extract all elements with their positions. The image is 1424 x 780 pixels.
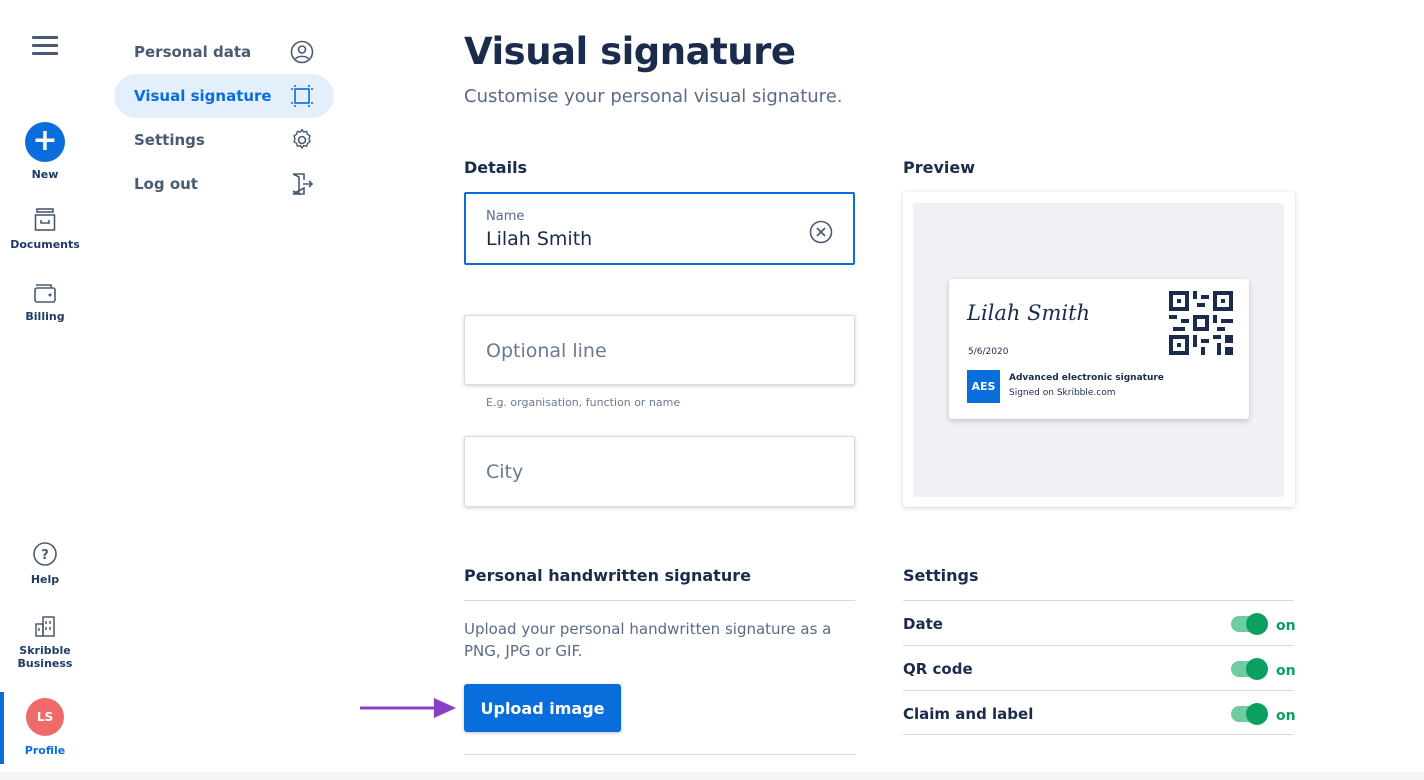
city-placeholder: City — [486, 461, 524, 483]
divider — [464, 600, 855, 601]
menu-icon[interactable] — [32, 36, 58, 56]
claim-and-label-toggle[interactable] — [1231, 703, 1268, 725]
signature-card: Lilah Smith 5/6/2020 AES Advanced electr… — [949, 279, 1249, 419]
qr-code-icon — [1169, 291, 1233, 355]
setting-row-qr-code: QR code on — [903, 645, 1296, 690]
building-icon — [35, 616, 55, 637]
documents-icon — [34, 208, 56, 231]
arrow-right-icon — [360, 698, 456, 718]
subnav-label: Settings — [134, 131, 205, 149]
svg-text:?: ? — [41, 548, 49, 563]
subnav-item-personal-data[interactable]: Personal data — [114, 30, 334, 74]
page: + New Documents Billing ? Help Skribble … — [0, 0, 1424, 780]
new-button[interactable]: + New — [0, 122, 90, 181]
page-title: Visual signature — [464, 30, 796, 73]
icon-rail: + New Documents Billing ? Help Skribble … — [0, 0, 90, 780]
page-subtitle: Customise your personal visual signature… — [464, 86, 843, 107]
business-label-line1: Skribble — [19, 644, 71, 657]
aes-badge: AES — [967, 370, 1000, 403]
documents-label: Documents — [10, 238, 80, 251]
rail-item-skribble-business[interactable]: Skribble Business — [0, 614, 90, 670]
help-label: Help — [30, 573, 60, 586]
toggle-state: on — [1276, 663, 1296, 679]
divider — [464, 754, 855, 755]
setting-label: Date — [903, 615, 943, 633]
subnav-item-visual-signature[interactable]: Visual signature — [114, 74, 334, 118]
toggle-state: on — [1276, 618, 1296, 634]
optional-line-hint: E.g. organisation, function or name — [486, 396, 681, 409]
logout-door-icon — [292, 173, 314, 196]
wallet-icon — [34, 284, 56, 303]
settings-heading: Settings — [903, 566, 979, 585]
toggle-knob — [1246, 658, 1268, 680]
avatar: LS — [26, 698, 64, 736]
preview-canvas: Lilah Smith 5/6/2020 AES Advanced electr… — [913, 203, 1284, 497]
name-field-value[interactable]: Lilah Smith — [486, 228, 592, 250]
gear-icon — [293, 128, 311, 149]
plus-icon: + — [25, 122, 65, 162]
subnav-item-log-out[interactable]: Log out — [114, 162, 334, 206]
signature-name: Lilah Smith — [967, 301, 1091, 325]
upload-image-button[interactable]: Upload image — [464, 684, 621, 732]
rail-item-billing[interactable]: Billing — [0, 280, 90, 323]
toggle-knob — [1246, 703, 1268, 725]
rail-item-help[interactable]: ? Help — [0, 541, 90, 586]
subnav-label: Visual signature — [134, 87, 272, 105]
aes-title: Advanced electronic signature — [1009, 373, 1164, 383]
setting-label: QR code — [903, 660, 973, 678]
rail-item-documents[interactable]: Documents — [0, 208, 90, 251]
crop-frame-icon — [291, 85, 313, 107]
subnav-label: Log out — [134, 175, 198, 193]
new-label: New — [31, 168, 59, 181]
date-toggle[interactable] — [1231, 613, 1268, 635]
clear-icon[interactable] — [809, 220, 833, 244]
name-field[interactable]: Name Lilah Smith — [464, 192, 855, 265]
setting-row-claim-and-label: Claim and label on — [903, 690, 1296, 735]
user-circle-icon — [290, 40, 314, 64]
toggle-knob — [1246, 613, 1268, 635]
preview-heading: Preview — [903, 158, 976, 177]
subnav-label: Personal data — [134, 43, 252, 61]
setting-row-date: Date on — [903, 600, 1296, 645]
name-field-label: Name — [486, 209, 525, 224]
handwritten-heading: Personal handwritten signature — [464, 566, 751, 585]
signature-date: 5/6/2020 — [968, 347, 1009, 357]
billing-label: Billing — [25, 310, 65, 323]
signature-preview: Lilah Smith 5/6/2020 AES Advanced electr… — [903, 192, 1295, 507]
details-heading: Details — [464, 158, 528, 177]
optional-line-field[interactable]: Optional line — [464, 315, 855, 385]
profile-label: Profile — [24, 744, 66, 757]
city-field[interactable]: City — [464, 436, 855, 507]
bottom-strip — [0, 772, 1424, 780]
optional-line-placeholder: Optional line — [486, 340, 607, 362]
profile-subnav: Personal data Visual signature Settings … — [114, 30, 334, 206]
rail-item-profile[interactable]: LS Profile — [0, 698, 90, 757]
subnav-item-settings[interactable]: Settings — [114, 118, 334, 162]
upload-description: Upload your personal handwritten signatu… — [464, 620, 832, 660]
qr-code-toggle[interactable] — [1231, 658, 1268, 680]
aes-subtitle: Signed on Skribble.com — [1009, 388, 1116, 398]
business-label-line2: Business — [17, 657, 73, 670]
toggle-state: on — [1276, 708, 1296, 724]
help-icon: ? — [33, 542, 57, 566]
setting-label: Claim and label — [903, 705, 1034, 723]
